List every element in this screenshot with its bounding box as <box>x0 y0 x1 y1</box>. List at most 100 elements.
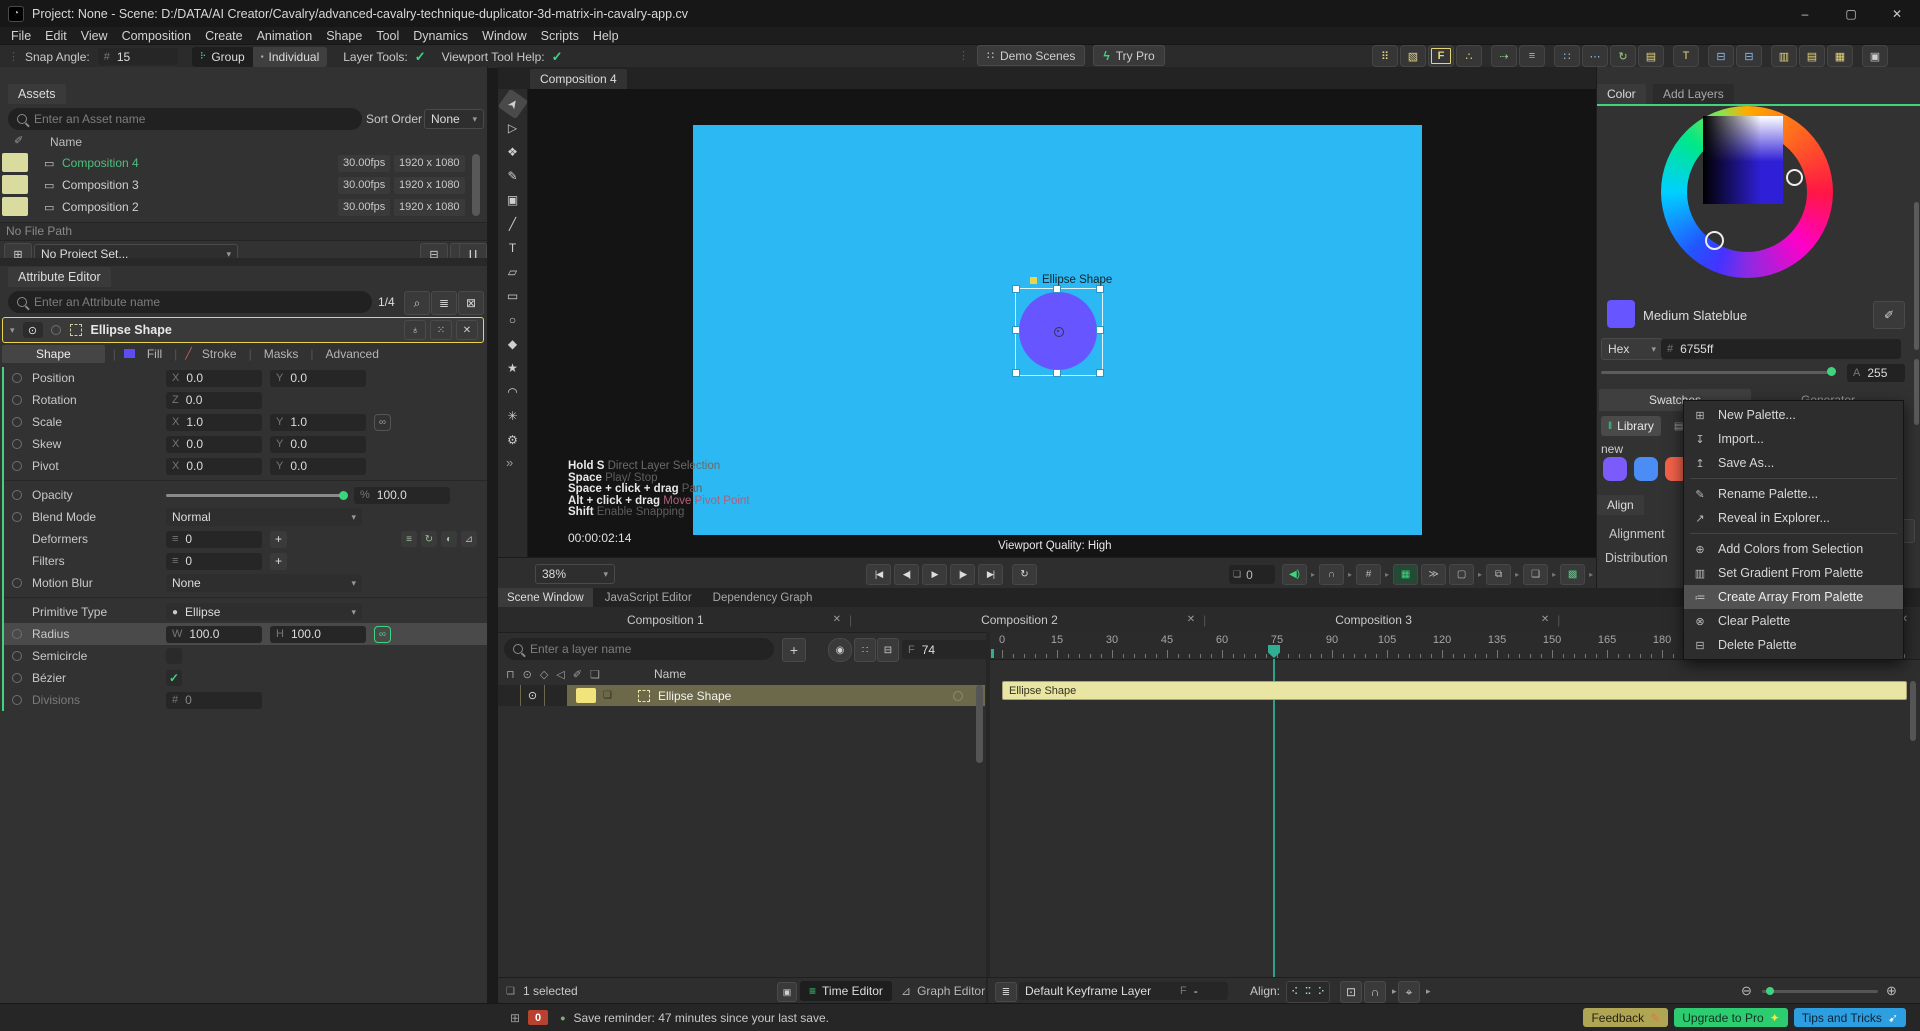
timeline-zoom-handle[interactable] <box>1766 987 1774 995</box>
lock-icon[interactable]: ⊓ <box>506 668 515 681</box>
play-button[interactable]: ▶ <box>922 564 947 585</box>
camera-tool[interactable]: ▣ <box>502 189 524 211</box>
selection-handle[interactable] <box>1053 369 1061 377</box>
group-toggle[interactable]: ⠗ Group <box>192 47 253 67</box>
current-color-swatch[interactable] <box>1607 300 1635 328</box>
playhead-line[interactable] <box>1273 659 1275 977</box>
caret-icon[interactable]: ▸ <box>1552 570 1556 579</box>
selection-handle[interactable] <box>1096 369 1104 377</box>
slice-tool[interactable]: ✎ <box>502 165 524 187</box>
pane-divider[interactable] <box>986 632 990 977</box>
slider-handle[interactable] <box>339 491 348 500</box>
menu-window[interactable]: Window <box>475 29 533 43</box>
viewport-composition-tab[interactable]: Composition 4 <box>530 69 627 89</box>
polygon-tool[interactable]: ◆ <box>502 333 524 355</box>
audio-icon[interactable]: ◁ <box>556 668 564 681</box>
alpha-slider-handle[interactable] <box>1827 367 1836 376</box>
select-tool[interactable]: ➤ <box>497 89 528 120</box>
add-layer-button[interactable]: + <box>782 638 806 662</box>
attribute-row-position[interactable]: PositionX0.0Y0.0 <box>4 367 487 389</box>
tab-javascript-editor[interactable]: JavaScript Editor <box>596 588 701 607</box>
menu-tool[interactable]: Tool <box>369 29 406 43</box>
align-center-icon[interactable]: ⠭ <box>1304 987 1311 998</box>
asset-row[interactable]: ▭Composition 230.00fps1920 x 1080 <box>0 196 487 218</box>
caret-icon[interactable]: ▸ <box>1478 570 1482 579</box>
value-field[interactable]: X0.0 <box>166 458 262 475</box>
caret-icon[interactable]: ▸ <box>1311 570 1315 579</box>
layer-search-input[interactable]: Enter a layer name <box>504 638 774 660</box>
render-icon[interactable]: ◇ <box>540 668 548 681</box>
panel-scrollbar[interactable] <box>1914 359 1919 425</box>
individual-toggle[interactable]: ▪ Individual <box>253 47 328 67</box>
search-settings-icon[interactable]: ⌕ <box>404 291 430 315</box>
source-tab-library[interactable]: ‖Library <box>1601 416 1661 436</box>
time-editor-button[interactable]: ≡ Time Editor <box>800 981 892 1001</box>
clip-a-icon[interactable]: ⊟ <box>1708 45 1734 67</box>
frame-bounds-icon[interactable]: ▢ <box>1449 564 1474 585</box>
menu-animation[interactable]: Animation <box>250 29 320 43</box>
attribute-row-rotation[interactable]: RotationZ0.0 <box>4 389 487 411</box>
maximize-button[interactable]: ▢ <box>1828 0 1874 27</box>
hex-input[interactable]: #6755ff <box>1661 339 1901 359</box>
console-grid-icon[interactable]: ⊞ <box>510 1011 520 1025</box>
picker-icon[interactable]: ✐ <box>14 134 23 147</box>
prev-frame-button[interactable]: ◀| <box>894 564 919 585</box>
menu-import[interactable]: ↧Import... <box>1684 427 1903 451</box>
deformer-icon[interactable]: ⊿ <box>461 531 477 547</box>
layer-color-swatch[interactable] <box>576 688 596 703</box>
add-button[interactable]: + <box>270 553 287 570</box>
attribute-row-primitive-type[interactable]: Primitive Type●Ellipse▾ <box>4 601 487 623</box>
deformer-icon[interactable]: ↻ <box>421 531 437 547</box>
selection-handle[interactable] <box>1096 326 1104 334</box>
value-field[interactable]: Y1.0 <box>270 414 366 431</box>
collapse-chevron-icon[interactable]: ▾ <box>10 325 15 336</box>
menu-create[interactable]: Create <box>198 29 250 43</box>
filter-options-icon[interactable]: ⊟ <box>877 638 899 662</box>
tag-icon[interactable]: ❏ <box>603 690 612 701</box>
caret-icon[interactable]: ▸ <box>1589 570 1593 579</box>
add-filter-icon[interactable]: ≣ <box>431 291 457 315</box>
render-cell[interactable] <box>545 685 567 706</box>
isolate-dots-icon[interactable]: ⁙ <box>430 320 452 340</box>
arc-tool[interactable]: ◠ <box>502 381 524 403</box>
timeline-zoom-out-icon[interactable]: ⊖ <box>1741 983 1752 999</box>
skip-frames-icon[interactable]: ≫ <box>1421 564 1446 585</box>
layers-scrollbar[interactable] <box>976 685 983 763</box>
count-field[interactable]: ≡0 <box>166 531 262 548</box>
comp-tab-2[interactable]: Composition 2✕ <box>852 607 1203 632</box>
close-tab-icon[interactable]: ✕ <box>833 614 841 625</box>
columns-icon[interactable]: ▥ <box>1771 45 1797 67</box>
pixel-grid-icon[interactable]: # <box>1356 564 1381 585</box>
menu-shape[interactable]: Shape <box>319 29 369 43</box>
keyframe-dot-icon[interactable] <box>12 373 22 383</box>
trim-path-icon[interactable]: ⋯ <box>1582 45 1608 67</box>
attribute-row-deformers[interactable]: Deformers≡0+≡↻◐⊿ <box>4 528 487 550</box>
close-icon[interactable]: ✕ <box>456 320 478 340</box>
layer-header[interactable]: ▾ ⊙ Ellipse Shape ♀ ⁙ ✕ <box>2 317 484 343</box>
checkbox[interactable]: ✓ <box>166 670 182 686</box>
viewport-help-checkbox[interactable]: ✓ <box>552 49 563 65</box>
keyframe-dot-icon[interactable] <box>12 490 22 500</box>
toolbar-drag-handle[interactable]: ⋮ <box>958 49 969 62</box>
line-tool[interactable]: ╱ <box>502 213 524 235</box>
count-field[interactable]: #0 <box>166 692 262 709</box>
tab-stroke[interactable]: Stroke <box>198 345 241 363</box>
keyframe-layer-select[interactable]: Default Keyframe Layer <box>1019 982 1179 1000</box>
sv-square[interactable] <box>1703 116 1783 204</box>
asset-color-swatch[interactable] <box>2 175 28 194</box>
snapping-icon[interactable]: ∩ <box>1319 564 1344 585</box>
rectangle-tool[interactable]: ▭ <box>502 285 524 307</box>
value-field[interactable]: W100.0 <box>166 626 262 643</box>
menu-reveal-explorer[interactable]: ↗Reveal in Explorer... <box>1684 506 1903 530</box>
keyframe-dot-icon[interactable] <box>12 673 22 683</box>
selection-handle[interactable] <box>1053 285 1061 293</box>
align-left-icon[interactable]: ⠪ <box>1291 987 1298 998</box>
guides-layout-icon[interactable]: ▦ <box>1393 564 1418 585</box>
keyframe-dot-icon[interactable] <box>12 439 22 449</box>
attribute-row-divisions[interactable]: Divisions#0 <box>4 689 487 711</box>
duplicate-view-icon[interactable]: ❏ <box>1523 564 1548 585</box>
menu-scripts[interactable]: Scripts <box>534 29 586 43</box>
isolate-icon[interactable]: ◉ <box>828 638 852 662</box>
deformer-icon[interactable]: ◐ <box>441 531 457 547</box>
visibility-cell[interactable]: ⊙ <box>521 685 544 706</box>
